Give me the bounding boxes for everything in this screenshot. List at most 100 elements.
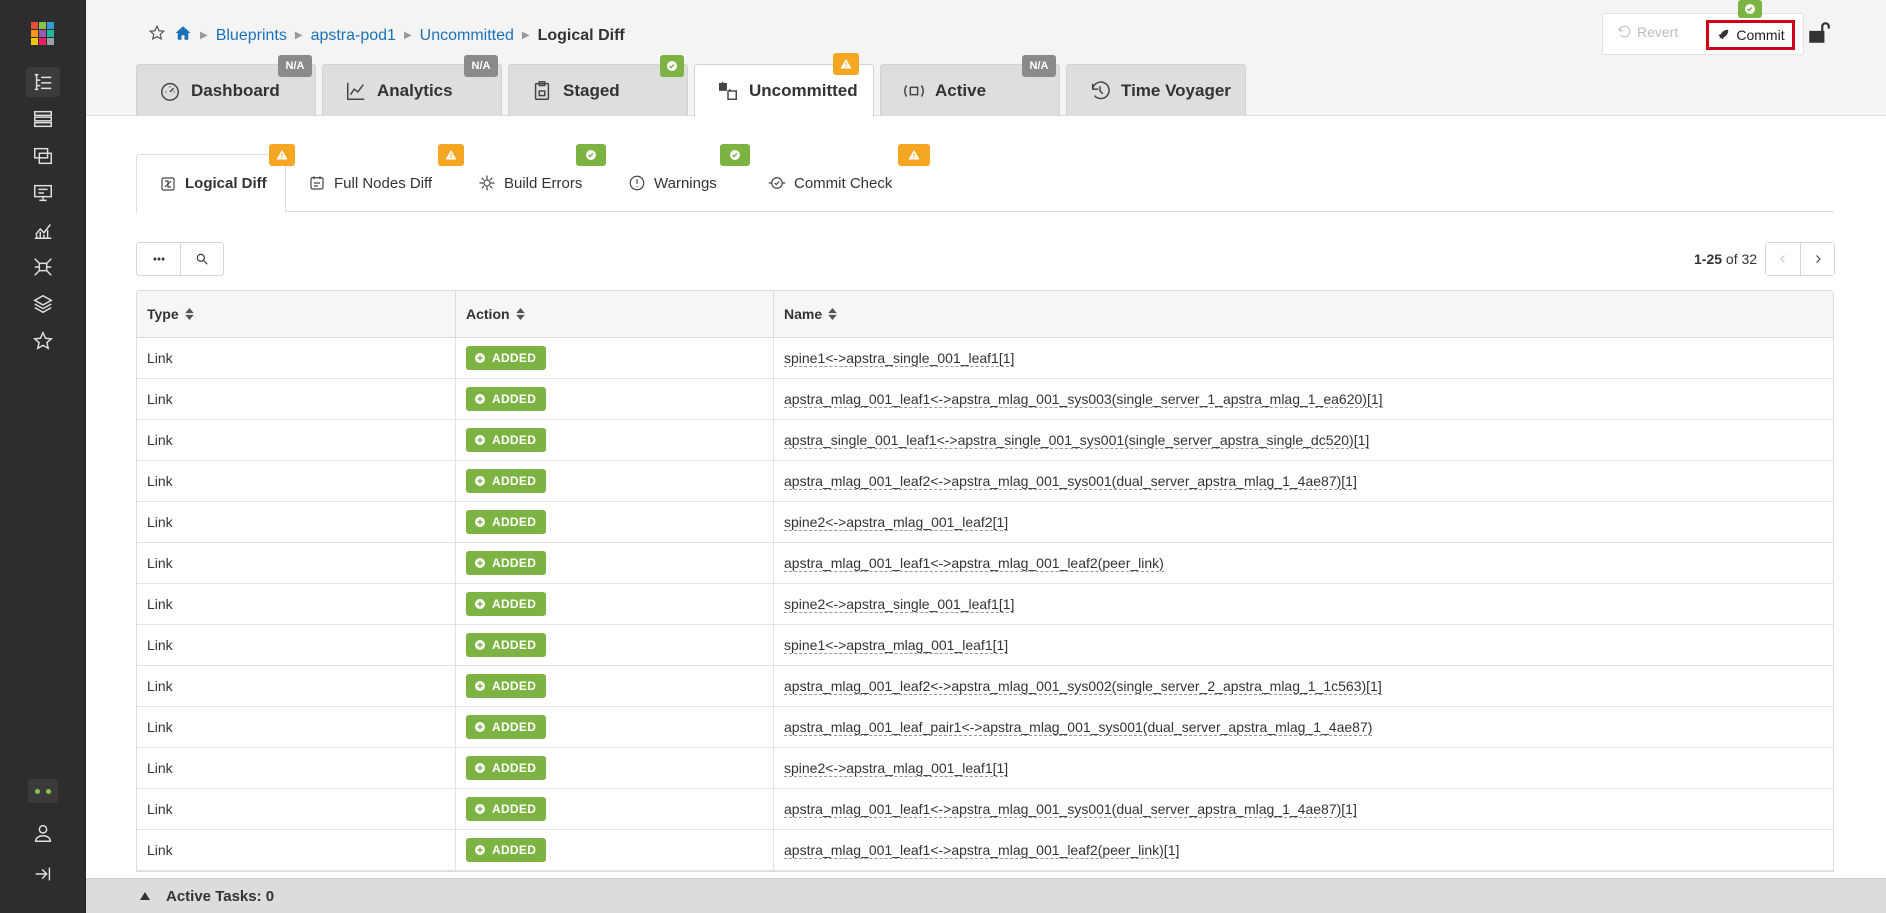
node-name-link[interactable]: apstra_mlag_001_leaf1<->apstra_mlag_001_… [784, 801, 1357, 818]
subtab-label: Full Nodes Diff [334, 174, 433, 192]
connection-status-icon[interactable] [28, 779, 58, 803]
table-row: Link ADDED spine1<->apstra_single_001_leaf… [137, 338, 1833, 379]
subtab-label: Logical Diff [185, 175, 267, 192]
user-icon[interactable] [26, 818, 60, 848]
plus-circle-icon [475, 845, 485, 855]
breadcrumb: ▶ Blueprints ▶ apstra-pod1 ▶ Uncommitted… [148, 24, 625, 47]
sort-icon [828, 308, 837, 320]
type-value: Link [147, 637, 173, 653]
favorite-star-icon[interactable] [148, 24, 166, 47]
tab-staged-badge [660, 55, 684, 77]
unlock-icon[interactable] [1806, 20, 1832, 46]
subtab-full-nodes-diff[interactable]: Full Nodes Diff [286, 154, 456, 212]
more-options-button[interactable] [137, 243, 180, 275]
home-icon[interactable] [174, 24, 192, 47]
subtab-logical-diff[interactable]: Logical Diff [136, 154, 286, 213]
blueprints-icon[interactable] [26, 67, 60, 97]
node-name-link[interactable]: apstra_mlag_001_leaf_pair1<->apstra_mlag… [784, 719, 1373, 736]
cell-action: ADDED [456, 789, 774, 829]
node-name-link[interactable]: apstra_single_001_leaf1<->apstra_single_… [784, 432, 1370, 449]
ellipsis-icon [152, 257, 165, 261]
external-systems-icon[interactable] [26, 252, 60, 282]
revert-button[interactable]: Revert [1617, 24, 1678, 40]
tab-label: Active [935, 80, 987, 100]
node-name-link[interactable]: spine1<->apstra_mlag_001_leaf1[1] [784, 637, 1009, 654]
node-name-link[interactable]: spine1<->apstra_single_001_leaf1[1] [784, 350, 1015, 367]
plus-circle-icon [475, 640, 485, 650]
node-name-link[interactable]: spine2<->apstra_mlag_001_leaf1[1] [784, 760, 1009, 777]
plus-circle-icon [475, 517, 485, 527]
favorites-icon[interactable] [26, 326, 60, 356]
added-badge: ADDED [466, 633, 547, 657]
logo-square [39, 22, 46, 29]
left-sidebar [0, 0, 86, 913]
added-badge: ADDED [466, 387, 547, 411]
resources-icon[interactable] [26, 178, 60, 208]
breadcrumb-blueprints[interactable]: Blueprints [216, 27, 287, 45]
breadcrumb-separator-icon: ▶ [294, 30, 303, 41]
logo-square [39, 38, 46, 45]
added-badge: ADDED [466, 510, 547, 534]
build-errors-icon [479, 175, 495, 191]
commit-button[interactable]: Commit [1706, 20, 1795, 50]
subtab-commit-check[interactable]: Commit Check [746, 154, 916, 212]
column-action-header[interactable]: Action [456, 291, 774, 337]
collapse-sidebar-icon[interactable] [26, 859, 60, 889]
table-row: Link ADDED apstra_mlag_001_leaf2<->apstra_… [137, 461, 1833, 502]
design-icon[interactable] [26, 141, 60, 171]
breadcrumb-separator-icon: ▶ [200, 30, 208, 41]
cell-action: ADDED [456, 584, 774, 624]
node-name-link[interactable]: spine2<->apstra_single_001_leaf1[1] [784, 596, 1015, 613]
dashboard-icon [161, 82, 179, 101]
cell-action: ADDED [456, 338, 774, 378]
type-value: Link [147, 432, 173, 448]
active-tasks-bar[interactable]: Active Tasks: 0 [86, 878, 1886, 913]
cell-type: Link [137, 789, 456, 829]
cell-action: ADDED [456, 707, 774, 747]
node-name-link[interactable]: apstra_mlag_001_leaf1<->apstra_mlag_001_… [784, 842, 1180, 859]
chevron-left-icon [1780, 255, 1785, 263]
tab-time-voyager[interactable]: Time Voyager [1066, 64, 1246, 116]
action-label: ADDED [492, 515, 537, 529]
tab-active-badge: N/A [1022, 55, 1056, 77]
table-row: Link ADDED apstra_mlag_001_leaf_pair1<->ap… [137, 707, 1833, 748]
caret-up-icon [140, 892, 150, 900]
platform-icon[interactable] [26, 289, 60, 319]
added-badge: ADDED [466, 674, 547, 698]
action-label: ADDED [492, 597, 537, 611]
breadcrumb-uncommitted[interactable]: Uncommitted [420, 27, 514, 45]
node-name-link[interactable]: spine2<->apstra_mlag_001_leaf2[1] [784, 514, 1009, 531]
logo-square [31, 38, 38, 45]
search-icon [196, 253, 208, 265]
node-name-link[interactable]: apstra_mlag_001_leaf2<->apstra_mlag_001_… [784, 678, 1382, 695]
breadcrumb-blueprint[interactable]: apstra-pod1 [311, 27, 396, 45]
logo-square [39, 30, 46, 37]
subtab-build-errors-badge [576, 144, 606, 166]
node-name-link[interactable]: apstra_mlag_001_leaf1<->apstra_mlag_001_… [784, 555, 1164, 572]
table-row: Link ADDED apstra_single_001_leaf1<->apstr… [137, 420, 1833, 461]
full-nodes-diff-icon [310, 176, 324, 190]
devices-icon[interactable] [26, 104, 60, 134]
column-label: Name [784, 306, 823, 322]
column-label: Action [466, 306, 510, 322]
search-button[interactable] [180, 243, 223, 275]
analytics-icon[interactable] [26, 215, 60, 245]
app-logo[interactable] [31, 22, 55, 46]
added-badge: ADDED [466, 346, 547, 370]
check-icon [586, 150, 596, 160]
staged-icon [534, 80, 550, 100]
node-name-link[interactable]: apstra_mlag_001_leaf2<->apstra_mlag_001_… [784, 473, 1357, 490]
column-name-header[interactable]: Name [774, 291, 1833, 337]
node-name-link[interactable]: apstra_mlag_001_leaf1<->apstra_mlag_001_… [784, 391, 1383, 408]
type-value: Link [147, 801, 173, 817]
action-label: ADDED [492, 392, 537, 406]
cell-action: ADDED [456, 748, 774, 788]
cell-action: ADDED [456, 502, 774, 542]
breadcrumb-separator-icon: ▶ [521, 30, 530, 41]
active-icon [904, 84, 924, 97]
column-type-header[interactable]: Type [137, 291, 456, 337]
previous-page-button[interactable] [1766, 243, 1801, 275]
type-value: Link [147, 514, 173, 530]
warning-icon [840, 59, 852, 69]
next-page-button[interactable] [1800, 243, 1835, 275]
